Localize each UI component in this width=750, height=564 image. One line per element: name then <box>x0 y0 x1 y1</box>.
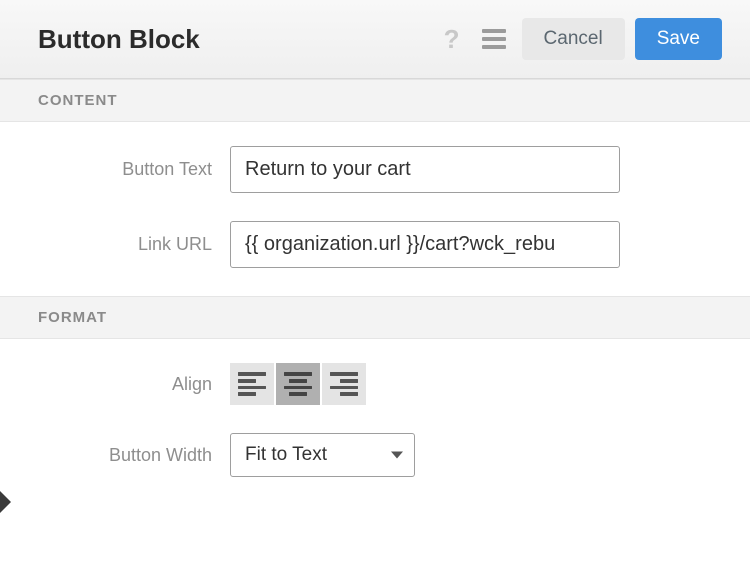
label-button-text: Button Text <box>0 159 230 180</box>
row-link-url: Link URL <box>0 221 712 268</box>
row-align: Align <box>0 363 712 405</box>
align-group <box>230 363 366 405</box>
panel-title: Button Block <box>38 24 200 55</box>
cancel-button[interactable]: Cancel <box>522 18 625 60</box>
header-actions: ? Cancel Save <box>438 18 722 60</box>
label-align: Align <box>0 374 230 395</box>
section-content-body: Button Text Link URL <box>0 122 750 296</box>
save-button[interactable]: Save <box>635 18 722 60</box>
row-button-width: Button Width Fit to Text <box>0 433 712 477</box>
row-button-text: Button Text <box>0 146 712 193</box>
section-heading-format: FORMAT <box>0 296 750 339</box>
align-left-button[interactable] <box>230 363 274 405</box>
panel-pointer-icon <box>0 490 11 514</box>
menu-icon[interactable] <box>476 29 512 49</box>
label-button-width: Button Width <box>0 445 230 466</box>
link-url-input[interactable] <box>230 221 620 268</box>
help-icon[interactable]: ? <box>438 24 466 55</box>
align-right-button[interactable] <box>322 363 366 405</box>
label-link-url: Link URL <box>0 234 230 255</box>
button-text-input[interactable] <box>230 146 620 193</box>
section-format-body: Align Button Width Fit to Text <box>0 339 750 505</box>
button-width-select-wrap: Fit to Text <box>230 433 415 477</box>
panel-header: Button Block ? Cancel Save <box>0 0 750 79</box>
section-heading-content: CONTENT <box>0 79 750 122</box>
button-width-select[interactable]: Fit to Text <box>230 433 415 477</box>
align-center-button[interactable] <box>276 363 320 405</box>
